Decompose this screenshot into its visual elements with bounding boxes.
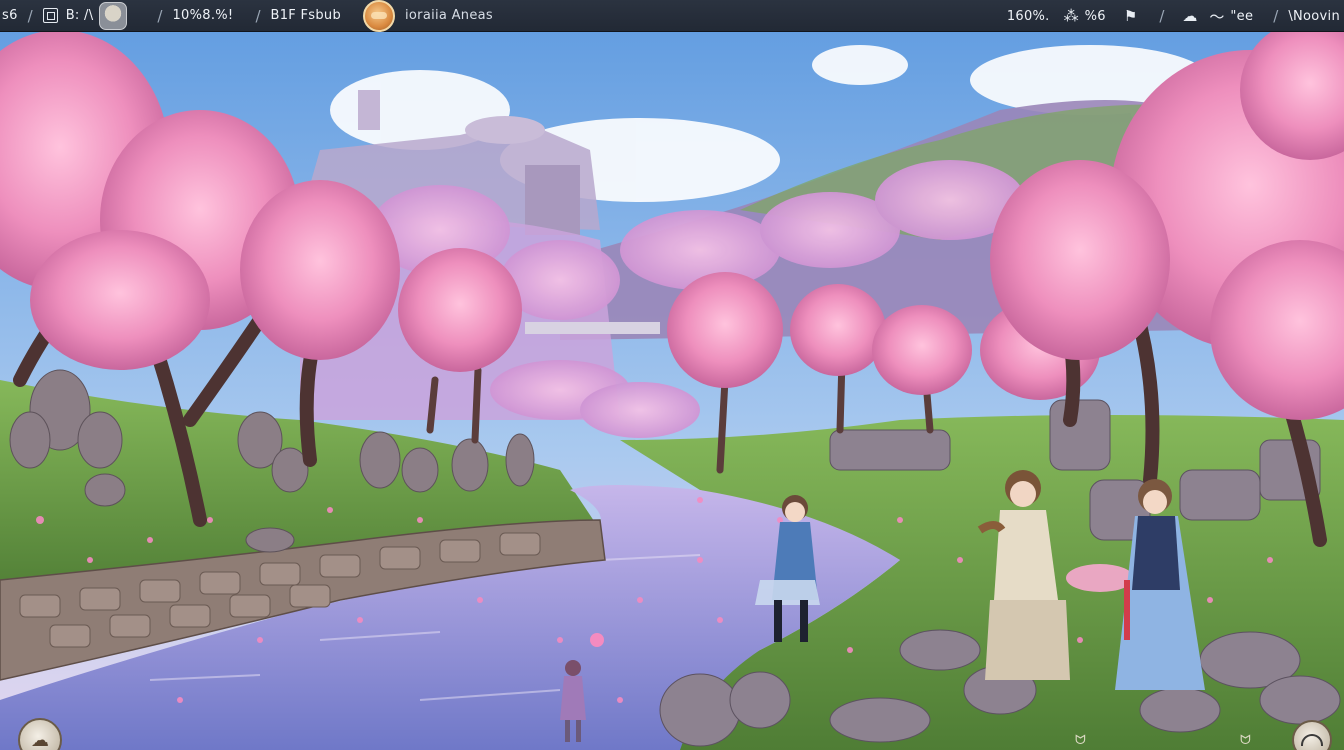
hud-stat-text: 10%8.%!	[172, 8, 234, 23]
hud-level-text: B: /\	[65, 8, 94, 23]
hud-right-group: 160%. ⁂ %6 ⚑ / ☁ 〜 "ee / \Noovin	[1007, 0, 1344, 32]
hud-left-fragment: s6	[2, 8, 18, 23]
hud-right-stat-1: 160%.	[1006, 8, 1050, 24]
slash-divider: /	[27, 6, 33, 25]
hud-title-text: B1F Fsbub	[270, 8, 342, 23]
flag-icon[interactable]: ⚑	[1124, 7, 1137, 25]
wave-icon[interactable]: 〜	[1209, 6, 1224, 27]
hud-right-stat-3: "ee	[1230, 8, 1254, 24]
coin-icon[interactable]	[363, 0, 396, 32]
portrait-icon[interactable]	[99, 1, 128, 30]
game-scene	[0, 0, 1344, 750]
cloud-icon[interactable]: ☁	[1182, 7, 1197, 25]
hud-right-stat-4: \Noovin	[1288, 8, 1340, 24]
bottom-ornament-icon: ᗢ	[1075, 733, 1086, 748]
slash-divider: /	[157, 6, 163, 25]
square-icon[interactable]	[42, 8, 58, 23]
hud-currency-text: ioraiia Aneas	[405, 8, 493, 23]
bridge	[525, 322, 660, 334]
slash-divider: /	[255, 6, 261, 25]
dice-icon[interactable]: ⁂	[1064, 7, 1079, 25]
bottom-ornament-icon: ᗢ	[1240, 733, 1251, 748]
slash-divider: /	[1273, 7, 1279, 25]
cloud-emblem-icon: ☁	[31, 729, 49, 750]
scene-illustration	[0, 0, 1344, 750]
slash-divider: /	[1159, 7, 1165, 25]
top-hud-bar: s6 / B: /\ / 10%8.%! / B1F Fsbub ioraiia…	[0, 0, 1344, 32]
hud-right-stat-2: %6	[1084, 8, 1106, 24]
